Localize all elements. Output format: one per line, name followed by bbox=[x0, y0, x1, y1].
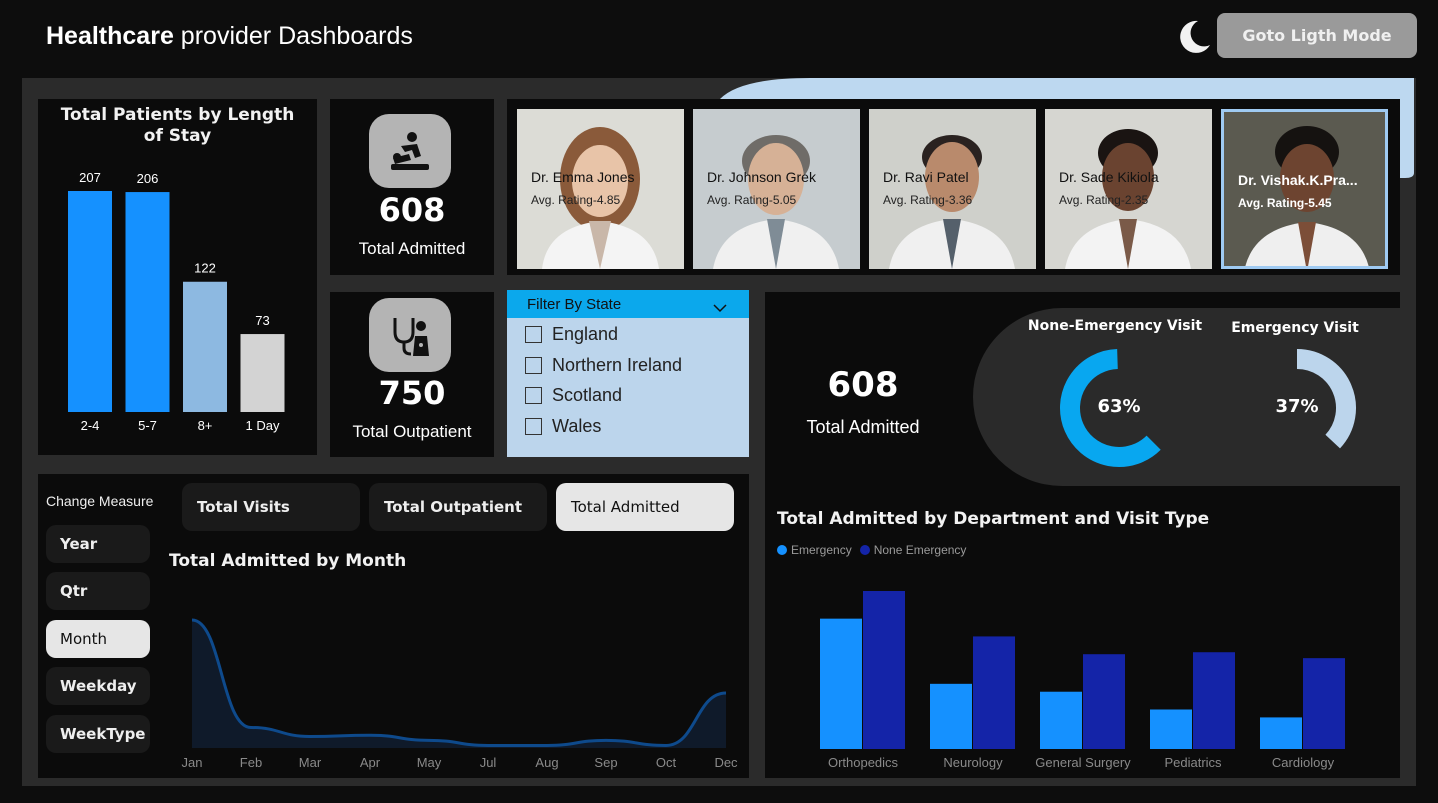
light-mode-button[interactable]: Goto Ligth Mode bbox=[1217, 13, 1417, 58]
kpi-outpatient-value: 750 bbox=[378, 374, 446, 412]
month-tick-label: Mar bbox=[299, 755, 322, 770]
doctor-card[interactable]: Dr. Emma Jones Avg. Rating-4.85 bbox=[517, 109, 684, 269]
doctor-rating: Avg. Rating-5.05 bbox=[707, 193, 797, 207]
los-category-label: 5-7 bbox=[138, 418, 157, 433]
dept-category-label: Cardiology bbox=[1272, 755, 1335, 770]
dept-bar[interactable] bbox=[1040, 691, 1082, 749]
doctor-name: Dr. Ravi Patel bbox=[883, 169, 969, 185]
page-title: Healthcare provider Dashboards bbox=[46, 22, 413, 50]
doctor-card[interactable]: Dr. Johnson Grek Avg. Rating-5.05 bbox=[693, 109, 860, 269]
state-filter-title: Filter By State bbox=[527, 295, 622, 313]
doctor-rating: Avg. Rating-2.35 bbox=[1059, 193, 1149, 207]
dept-bar[interactable] bbox=[973, 636, 1015, 749]
los-bar-value: 206 bbox=[137, 171, 159, 186]
state-option-northern-ireland[interactable]: Northern Ireland bbox=[525, 353, 682, 377]
month-tick-label: Feb bbox=[240, 755, 262, 770]
los-bar-value: 207 bbox=[79, 170, 101, 185]
dept-category-label: Orthopedics bbox=[828, 755, 899, 770]
dept-category-label: General Surgery bbox=[1035, 755, 1131, 770]
doctor-rating: Avg. Rating-3.36 bbox=[883, 193, 973, 207]
los-category-label: 8+ bbox=[198, 418, 213, 433]
los-bar-chart: 207 2-4 206 5-7 122 8+ 73 1 Day bbox=[68, 170, 285, 433]
los-bar[interactable] bbox=[125, 192, 170, 412]
los-chart-card: Total Patients by Length of Stay 207 2-4 2… bbox=[38, 99, 317, 455]
doctor-rating: Avg. Rating-4.85 bbox=[531, 193, 621, 207]
doctor-card[interactable]: Dr. Ravi Patel Avg. Rating-3.36 bbox=[869, 109, 1036, 269]
kpi-outpatient-card: 750 Total Outpatient bbox=[330, 292, 494, 457]
month-tick-label: Apr bbox=[360, 755, 381, 770]
checkbox[interactable] bbox=[525, 417, 542, 435]
kpi-admitted-label: Total Admitted bbox=[358, 239, 466, 258]
dept-bar[interactable] bbox=[930, 683, 972, 749]
los-category-label: 1 Day bbox=[246, 418, 280, 433]
state-option-label: Scotland bbox=[552, 384, 623, 405]
doctors-strip: Dr. Emma Jones Avg. Rating-4.85 Dr. John… bbox=[507, 99, 1400, 275]
los-bar-value: 122 bbox=[194, 261, 216, 276]
visit-total-label: Total Admitted bbox=[806, 417, 920, 437]
monthly-line[interactable] bbox=[191, 618, 727, 747]
state-option-scotland[interactable]: Scotland bbox=[525, 383, 622, 407]
month-tick-label: Oct bbox=[656, 755, 677, 770]
dept-category-label: Neurology bbox=[943, 755, 1003, 770]
visit-type-panel: 608 Total Admitted None-Emergency Visit … bbox=[765, 292, 1400, 486]
state-option-label: Northern Ireland bbox=[552, 354, 683, 375]
state-option-wales[interactable]: Wales bbox=[525, 414, 601, 438]
los-bar-value: 73 bbox=[255, 313, 269, 328]
los-bar[interactable] bbox=[240, 334, 285, 412]
dept-category-label: Pediatrics bbox=[1164, 755, 1222, 770]
los-bar[interactable] bbox=[68, 191, 112, 412]
emergency-pct: 37% bbox=[1275, 396, 1319, 417]
dept-bar[interactable] bbox=[1083, 654, 1125, 749]
dept-bar[interactable] bbox=[1150, 709, 1192, 750]
visit-total-value: 608 bbox=[827, 365, 899, 405]
month-tick-label: Jul bbox=[480, 755, 497, 770]
checkbox[interactable] bbox=[525, 356, 542, 374]
dept-bar[interactable] bbox=[1260, 717, 1302, 749]
monthly-card: Change Measure Year Qtr Month Weekday We… bbox=[38, 474, 749, 778]
dept-bar[interactable] bbox=[863, 591, 905, 749]
state-filter: Filter By State England Northern Ireland… bbox=[507, 290, 749, 457]
month-tick-label: Dec bbox=[714, 755, 738, 770]
state-option-england[interactable]: England bbox=[525, 322, 618, 346]
monthly-area-chart: Jan Feb Mar Apr May Jul Aug Sep Oct Dec bbox=[182, 618, 738, 770]
checkbox[interactable] bbox=[525, 325, 542, 343]
dept-chart-card: Total Admitted by Department and Visit T… bbox=[765, 486, 1400, 778]
dept-bar-chart: Orthopedics Neurology General Surgery Pedia… bbox=[820, 591, 1345, 770]
state-option-label: England bbox=[552, 323, 619, 344]
kpi-admitted-card: 608 Total Admitted bbox=[330, 99, 494, 275]
stethoscope-icon bbox=[369, 298, 451, 372]
chevron-down-icon[interactable] bbox=[713, 298, 727, 317]
doctor-name: Dr. Sade Kikiola bbox=[1059, 169, 1159, 185]
doctor-rating: Avg. Rating-5.45 bbox=[1238, 196, 1332, 210]
checkbox[interactable] bbox=[525, 386, 542, 404]
month-tick-label: Aug bbox=[535, 755, 558, 770]
los-category-label: 2-4 bbox=[81, 418, 100, 433]
emergency-title: Emergency Visit bbox=[1231, 320, 1359, 336]
doctor-name: Dr. Vishak.K.Pra... bbox=[1238, 172, 1358, 188]
patient-bed-icon bbox=[369, 114, 451, 188]
state-option-label: Wales bbox=[552, 415, 602, 436]
moon-icon[interactable] bbox=[1176, 18, 1212, 54]
dept-bar[interactable] bbox=[820, 618, 862, 749]
month-tick-label: May bbox=[417, 755, 442, 770]
doctor-card[interactable]: Dr. Sade Kikiola Avg. Rating-2.35 bbox=[1045, 109, 1212, 269]
kpi-outpatient-label: Total Outpatient bbox=[352, 422, 472, 441]
doctor-name: Dr. Johnson Grek bbox=[707, 169, 816, 185]
doctor-name: Dr. Emma Jones bbox=[531, 169, 635, 185]
dept-bar[interactable] bbox=[1303, 658, 1345, 749]
month-tick-label: Jan bbox=[182, 755, 203, 770]
month-tick-label: Sep bbox=[594, 755, 617, 770]
doctor-card-selected[interactable]: Dr. Vishak.K.Pra... Avg. Rating-5.45 bbox=[1221, 109, 1388, 269]
non-emergency-pct: 63% bbox=[1097, 396, 1141, 417]
los-bar[interactable] bbox=[183, 281, 227, 412]
non-emergency-title: None-Emergency Visit bbox=[1027, 318, 1203, 334]
dept-bar[interactable] bbox=[1193, 652, 1235, 749]
kpi-admitted-value: 608 bbox=[378, 191, 446, 229]
